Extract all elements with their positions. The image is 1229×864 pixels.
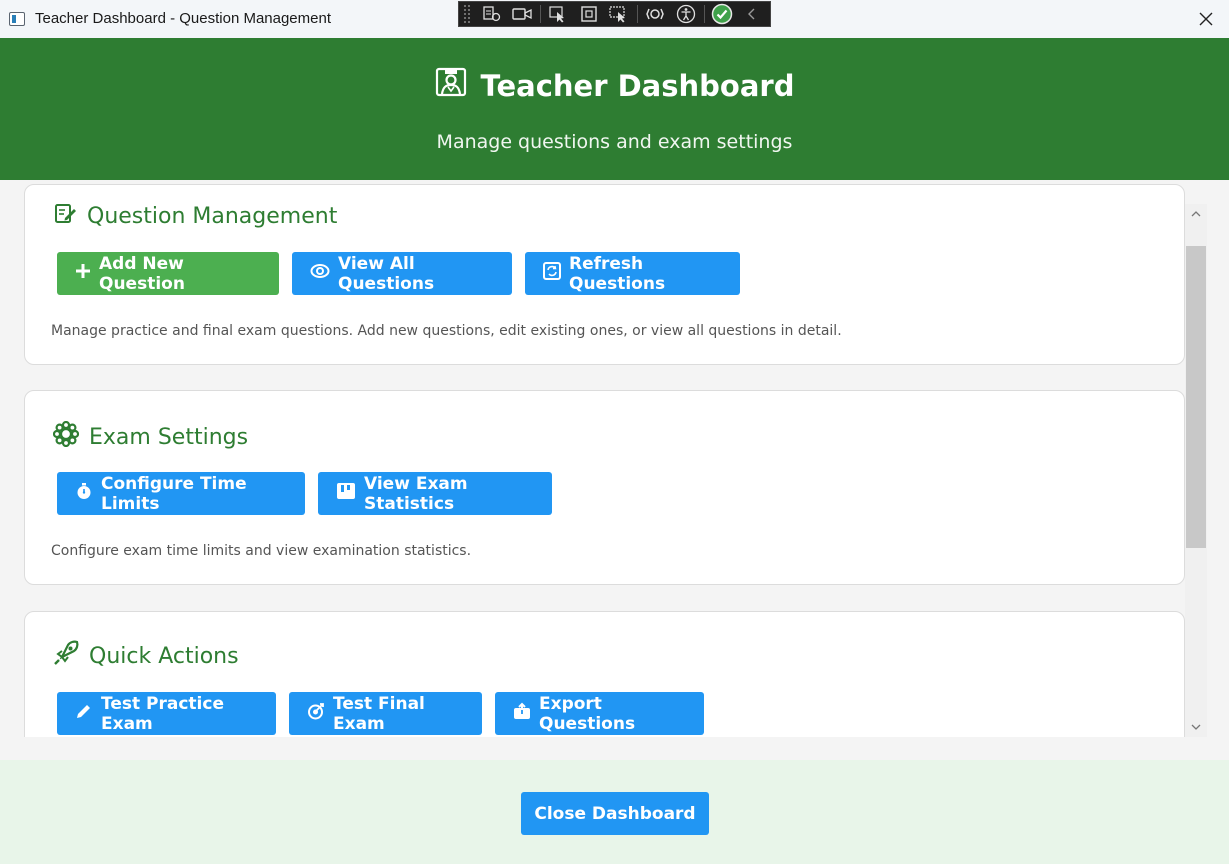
scrollbar-thumb[interactable] [1186,246,1206,548]
content-scroll-area[interactable]: Question Management Add New Question Vie… [0,180,1229,737]
section-title: Question Management [53,201,337,231]
refresh-icon [543,262,561,285]
title-bar[interactable]: Teacher Dashboard - Question Management [0,0,1229,38]
teacher-icon [435,66,467,105]
add-new-question-button[interactable]: Add New Question [57,252,279,295]
video-camera-icon[interactable] [510,3,536,25]
dashboard-footer: Close Dashboard [0,760,1229,864]
rocket-icon [53,640,79,672]
section-description: Configure exam time limits and view exam… [51,543,472,559]
section-description: Manage practice and final exam questions… [51,323,842,339]
toolbar-separator [703,5,705,23]
debug-toolbar [458,1,771,27]
eye-icon [310,263,330,284]
section-title: Quick Actions [53,640,239,672]
button-label: Export Questions [539,693,636,734]
button-label: Add New Question [99,253,185,294]
live-tree-icon[interactable] [479,3,505,25]
button-row: Add New Question View All Questions Refr… [57,252,740,295]
view-exam-statistics-button[interactable]: View Exam Statistics [318,472,552,515]
configure-time-limits-button[interactable]: Configure Time Limits [57,472,305,515]
select-element-icon[interactable] [545,3,571,25]
plus-icon [75,263,91,284]
toolbar-separator [540,5,542,23]
toolbar-separator [637,5,639,23]
exam-settings-card: Exam Settings Configure Time Limits View… [24,390,1185,585]
section-title-text: Question Management [87,203,338,229]
vertical-scrollbar[interactable] [1185,204,1207,737]
refresh-questions-button[interactable]: Refresh Questions [525,252,740,295]
edit-note-icon [53,201,77,231]
test-final-exam-button[interactable]: Test Final Exam [289,692,482,735]
button-label: View All Questions [338,253,435,294]
close-dashboard-button[interactable]: Close Dashboard [521,792,709,835]
button-row: Configure Time Limits View Exam Statisti… [57,472,552,515]
hot-reload-icon[interactable] [642,3,668,25]
section-title-text: Quick Actions [89,643,239,669]
button-label: Configure Time Limits [101,473,247,514]
app-window: Teacher Dashboard - Question Management [0,0,1229,864]
close-icon[interactable] [1193,6,1219,32]
quick-actions-card: Quick Actions Test Practice Exam Test Fi… [24,611,1185,737]
test-practice-exam-button[interactable]: Test Practice Exam [57,692,276,735]
window-title: Teacher Dashboard - Question Management [35,10,332,27]
section-title-text: Exam Settings [89,424,249,450]
pencil-icon [75,702,93,725]
button-label: Refresh Questions [569,253,666,294]
header-title-row: Teacher Dashboard [0,66,1229,105]
check-status-icon[interactable] [709,3,735,25]
target-icon [307,702,325,725]
stopwatch-icon [75,482,93,505]
scroll-up-icon[interactable] [1185,204,1207,224]
button-label: Test Final Exam [333,693,425,734]
export-questions-button[interactable]: Export Questions [495,692,704,735]
collapse-chevron-icon[interactable] [739,3,765,25]
question-management-card: Question Management Add New Question Vie… [24,184,1185,365]
grip-icon[interactable] [463,4,471,24]
app-icon [9,12,25,26]
button-row: Test Practice Exam Test Final Exam Expor… [57,692,704,735]
dashboard-header: Teacher Dashboard Manage questions and e… [0,38,1229,180]
page-subtitle: Manage questions and exam settings [436,131,793,153]
layout-adorners-icon[interactable] [576,3,602,25]
chart-icon [336,482,356,505]
button-label: View Exam Statistics [364,473,468,514]
button-label: Test Practice Exam [101,693,224,734]
gear-icon [52,420,80,453]
page-title: Teacher Dashboard [480,68,795,103]
view-all-questions-button[interactable]: View All Questions [292,252,512,295]
accessibility-icon[interactable] [673,3,699,25]
export-icon [513,702,531,725]
section-title: Exam Settings [52,420,249,453]
scroll-down-icon[interactable] [1185,717,1207,737]
track-focus-icon[interactable] [607,3,633,25]
